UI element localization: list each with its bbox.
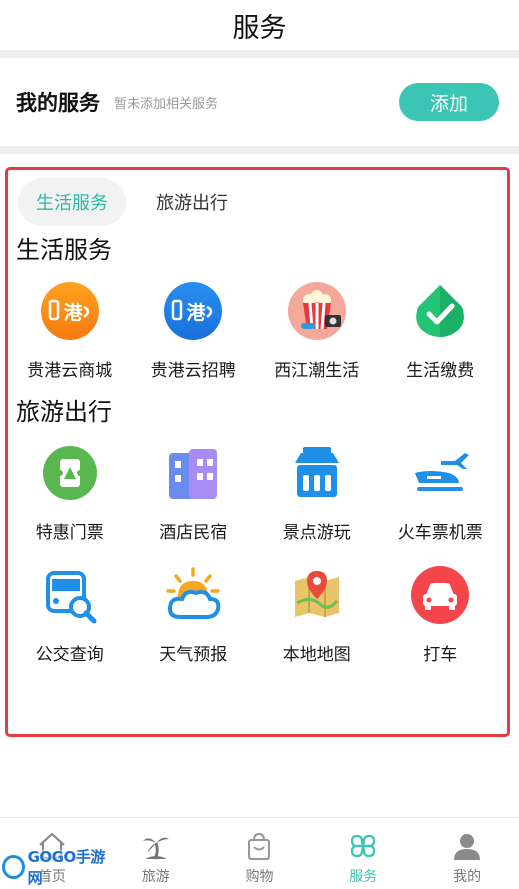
tab-life-services[interactable]: 生活服务	[18, 178, 126, 226]
service-bus-query[interactable]: 公交查询	[8, 554, 132, 676]
service-label: 西江潮生活	[274, 361, 360, 381]
palm-tree-icon	[141, 830, 171, 862]
watermark-logo-icon	[2, 855, 25, 879]
divider	[0, 50, 519, 58]
my-service-title: 我的服务	[16, 91, 100, 115]
watermark-text: GOGO手游网	[27, 848, 106, 887]
services-panel: 生活服务 旅游出行 生活服务 港 贵港云商城 港 贵港云招聘 西江潮生活 生活缴…	[5, 167, 510, 737]
popcorn-movie-icon	[286, 280, 348, 342]
service-label: 火车票机票	[397, 523, 483, 543]
service-label: 贵港云商城	[27, 361, 113, 381]
section-title-life: 生活服务	[16, 236, 112, 264]
clover-icon	[348, 830, 378, 862]
service-label: 打车	[423, 645, 458, 665]
map-pin-icon	[286, 564, 348, 626]
service-taxi[interactable]: 打车	[379, 554, 503, 676]
travel-services-grid: 特惠门票 酒店民宿 景点游玩 火车票机票 公交查询 天气预报 本地地图 打车	[8, 432, 507, 676]
ticket-icon	[39, 442, 101, 504]
nav-label: 旅游	[141, 869, 170, 885]
service-weather[interactable]: 天气预报	[132, 554, 256, 676]
taxi-icon	[409, 564, 471, 626]
guigang-cloud-recruit-icon: 港	[162, 280, 224, 342]
nav-travel[interactable]: 旅游	[104, 818, 208, 889]
section-title-travel: 旅游出行	[16, 398, 112, 426]
nav-shopping[interactable]: 购物	[208, 818, 312, 889]
weather-icon	[162, 564, 224, 626]
site-watermark: GOGO手游网	[2, 848, 112, 887]
nav-mine[interactable]: 我的	[415, 818, 519, 889]
my-service-row: 我的服务 暂未添加相关服务 添加	[0, 58, 519, 146]
service-xijiang-life[interactable]: 西江潮生活	[255, 270, 379, 392]
train-plane-icon	[409, 442, 471, 504]
service-guigang-recruit[interactable]: 港 贵港云招聘	[132, 270, 256, 392]
tab-travel[interactable]: 旅游出行	[138, 178, 246, 226]
service-label: 景点游玩	[282, 523, 351, 543]
service-label: 生活缴费	[406, 361, 475, 381]
service-life-payment[interactable]: 生活缴费	[379, 270, 503, 392]
shopping-bag-icon	[244, 830, 274, 862]
service-label: 酒店民宿	[159, 523, 228, 543]
life-services-grid: 港 贵港云商城 港 贵港云招聘 西江潮生活 生活缴费	[8, 270, 507, 392]
service-discount-tickets[interactable]: 特惠门票	[8, 432, 132, 554]
nav-label: 购物	[245, 869, 274, 885]
service-local-map[interactable]: 本地地图	[255, 554, 379, 676]
my-service-hint: 暂未添加相关服务	[114, 96, 219, 112]
svg-text:港: 港	[187, 302, 207, 324]
service-label: 本地地图	[282, 645, 351, 665]
service-label: 天气预报	[159, 645, 228, 665]
check-drop-icon	[409, 280, 471, 342]
page-title: 服务	[232, 12, 287, 44]
category-tabs: 生活服务 旅游出行	[8, 170, 507, 230]
nav-label: 我的	[453, 869, 482, 885]
nav-services[interactable]: 服务	[311, 818, 415, 889]
service-label: 公交查询	[35, 645, 104, 665]
service-guigang-mall[interactable]: 港 贵港云商城	[8, 270, 132, 392]
pavilion-icon	[286, 442, 348, 504]
user-icon	[452, 830, 482, 862]
guigang-cloud-mall-icon: 港	[39, 280, 101, 342]
divider	[0, 146, 519, 154]
service-attractions[interactable]: 景点游玩	[255, 432, 379, 554]
add-service-button[interactable]: 添加	[399, 83, 499, 121]
service-label: 特惠门票	[35, 523, 104, 543]
service-label: 贵港云招聘	[150, 361, 236, 381]
svg-text:港: 港	[63, 302, 83, 324]
nav-label: 服务	[349, 869, 378, 885]
hotel-icon	[162, 442, 224, 504]
title-bar: 服务	[0, 0, 519, 50]
service-hotel[interactable]: 酒店民宿	[132, 432, 256, 554]
service-train-plane-tickets[interactable]: 火车票机票	[379, 432, 503, 554]
bus-search-icon	[39, 564, 101, 626]
